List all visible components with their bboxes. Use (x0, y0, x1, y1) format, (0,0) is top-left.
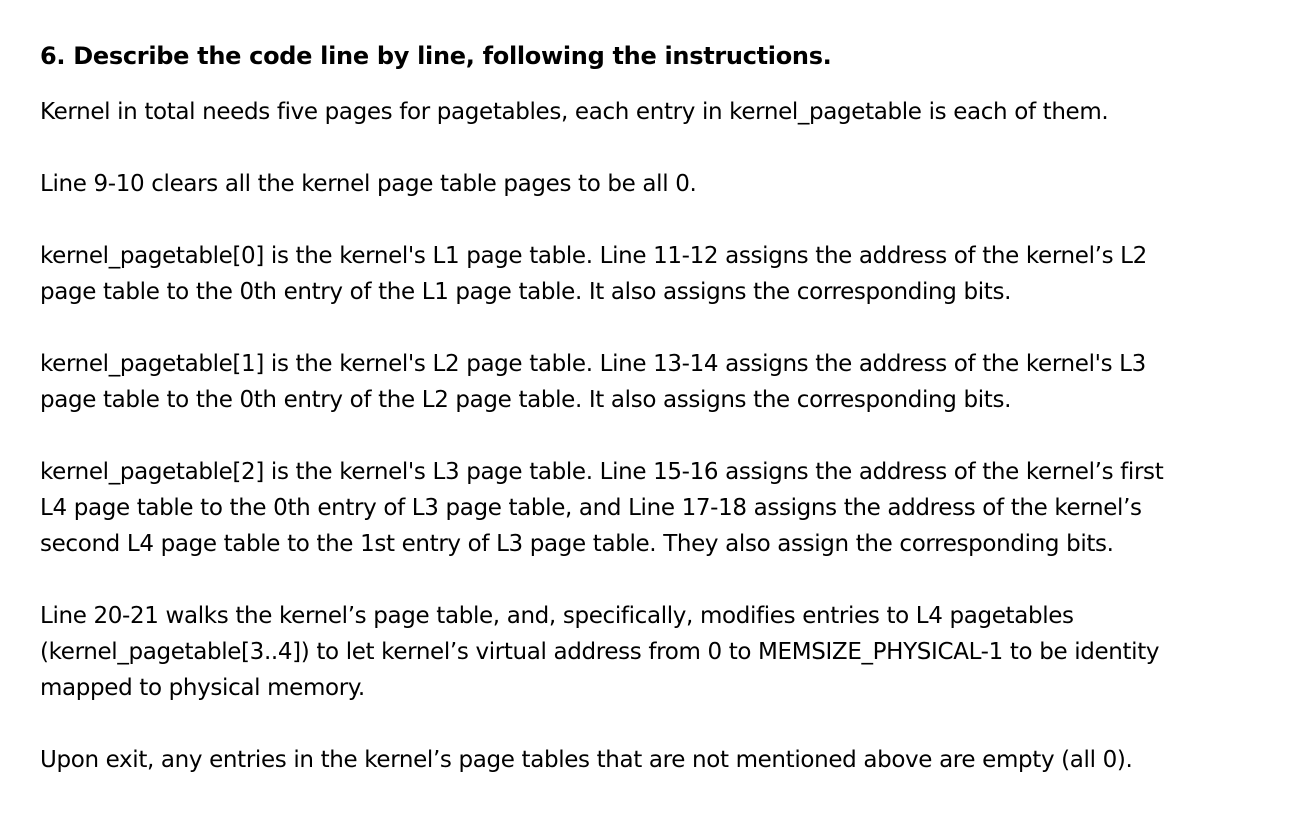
paragraph-line: Upon exit, any entries in the kernel’s p… (40, 747, 1133, 773)
question-heading: 6. Describe the code line by line, follo… (40, 42, 832, 70)
paragraph-line: kernel_pagetable[2] is the kernel's L3 p… (40, 459, 1164, 485)
paragraph-line: kernel_pagetable[0] is the kernel's L1 p… (40, 243, 1147, 269)
paragraph-line: Kernel in total needs five pages for pag… (40, 99, 1109, 125)
paragraph-l3-table: kernel_pagetable[2] is the kernel's L3 p… (40, 454, 1290, 562)
paragraph-line: mapped to physical memory. (40, 675, 365, 701)
paragraph-line: page table to the 0th entry of the L2 pa… (40, 387, 1012, 413)
paragraph-line: Line 9-10 clears all the kernel page tab… (40, 171, 697, 197)
paragraph-line: (kernel_pagetable[3..4]) to let kernel’s… (40, 639, 1160, 665)
document-body: 6. Describe the code line by line, follo… (40, 38, 1290, 778)
paragraph-line-9-10: Line 9-10 clears all the kernel page tab… (40, 166, 1290, 202)
paragraph-line: kernel_pagetable[1] is the kernel's L2 p… (40, 351, 1146, 377)
paragraph-l2-table: kernel_pagetable[1] is the kernel's L2 p… (40, 346, 1290, 418)
paragraph-line: second L4 page table to the 1st entry of… (40, 531, 1114, 557)
paragraph-l1-table: kernel_pagetable[0] is the kernel's L1 p… (40, 238, 1290, 310)
paragraph-kernel-pages: Kernel in total needs five pages for pag… (40, 94, 1290, 130)
paragraph-line: L4 page table to the 0th entry of L3 pag… (40, 495, 1142, 521)
paragraph-line: Line 20-21 walks the kernel’s page table… (40, 603, 1074, 629)
paragraph-line: page table to the 0th entry of the L1 pa… (40, 279, 1012, 305)
paragraph-line-20-21: Line 20-21 walks the kernel’s page table… (40, 598, 1290, 706)
paragraph-upon-exit: Upon exit, any entries in the kernel’s p… (40, 742, 1290, 778)
